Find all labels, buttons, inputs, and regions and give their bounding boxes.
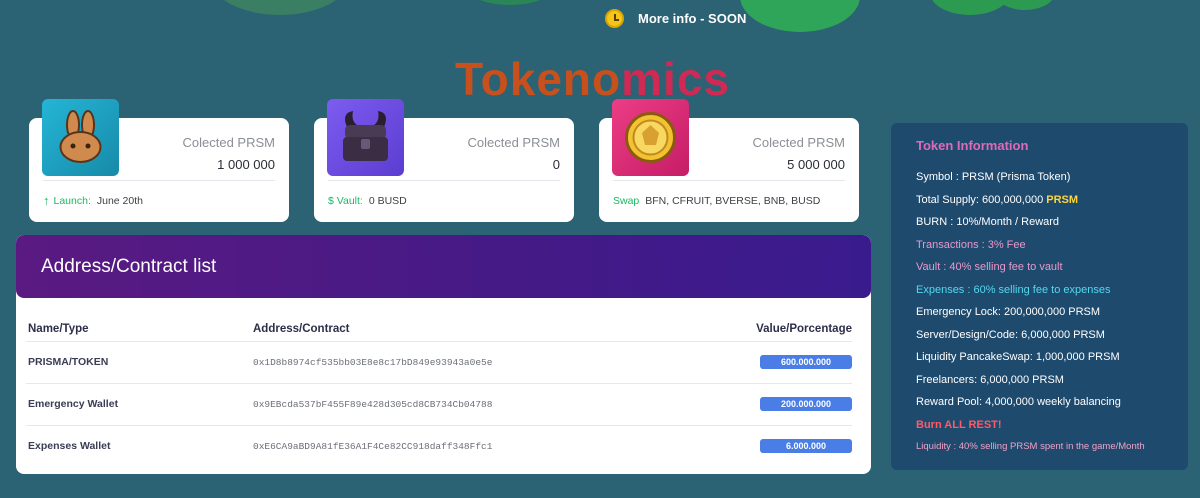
token-transactions: Transactions : 3% Fee	[916, 238, 1026, 251]
token-freelancers: Freelancers: 6,000,000 PRSM	[916, 373, 1064, 386]
contract-list-header: Address/Contract list	[16, 235, 871, 298]
row-name: PRISMA/TOKEN	[26, 340, 251, 383]
page-title-part2: mics	[621, 53, 730, 105]
token-liquidity-pancakeswap: Liquidity PancakeSwap: 1,000,000 PRSM	[916, 351, 1120, 363]
more-info-banner[interactable]: More info - SOON	[605, 9, 746, 28]
card-footer-text: 0 BUSD	[368, 195, 407, 207]
token-information-panel: Token Information Symbol : PRSM (Prisma …	[891, 123, 1188, 470]
stat-card-launch: Colected PRSM 1 000 000 ↑ Launch: June 2…	[29, 99, 289, 222]
total-supply-highlight: PRSM	[1046, 193, 1079, 206]
token-liquidity-note: Liquidity : 40% selling PRSM spent in th…	[916, 441, 1145, 452]
more-info-label: More info - SOON	[638, 11, 747, 26]
card-label: Colected PRSM	[182, 135, 275, 150]
row-address[interactable]: 0x1D8b8974cf535bb03E8e8c17bD849e93943a0e…	[251, 340, 679, 383]
token-symbol: Symbol : PRSM (Prisma Token)	[916, 171, 1071, 183]
row-address[interactable]: 0x9EBcda537bF455F89e428d305cd8CB734Cb047…	[251, 382, 679, 425]
decorative-blob	[740, 0, 860, 32]
row-name: Expenses Wallet	[26, 424, 251, 467]
contract-list-panel: Address/Contract list Name/Type Address/…	[16, 235, 871, 474]
value-badge: 200.000.000	[760, 397, 852, 411]
token-expenses: Expenses : 60% selling fee to expenses	[916, 283, 1111, 296]
token-information-title: Token Information	[916, 138, 1029, 153]
card-divider	[43, 180, 275, 181]
value-badge: 600.000.000	[760, 355, 852, 369]
decorative-blob	[210, 0, 350, 15]
contract-table: Name/Type Address/Contract Value/Porcent…	[26, 298, 852, 467]
token-server-design-code: Server/Design/Code: 6,000,000 PRSM	[916, 328, 1105, 341]
clock-icon	[605, 9, 624, 28]
table-header-row: Name/Type Address/Contract Value/Porcent…	[26, 298, 852, 341]
stat-card-swap: Colected PRSM 5 000 000 Swap BFN, CFRUIT…	[599, 99, 859, 222]
token-total-supply: Total Supply: 600,000,000 PRSM	[916, 189, 1163, 212]
row-name: Emergency Wallet	[26, 382, 251, 425]
token-burn: BURN : 10%/Month / Reward	[916, 216, 1060, 228]
decorative-blob	[455, 0, 565, 5]
total-supply-text: Total Supply: 600,000,000	[916, 193, 1044, 206]
card-footer: Swap BFN, CFRUIT, BVERSE, BNB, BUSD	[613, 195, 820, 207]
decorative-blob	[995, 0, 1055, 10]
column-header-address: Address/Contract	[253, 322, 350, 335]
column-header-name: Name/Type	[28, 322, 89, 335]
token-emergency-lock: Emergency Lock: 200,000,000 PRSM	[916, 306, 1101, 318]
card-divider	[328, 180, 560, 181]
token-vault: Vault : 40% selling fee to vault	[916, 261, 1063, 273]
arrow-up-icon: ↑	[43, 193, 50, 208]
page-title-part1: Tokeno	[454, 53, 622, 105]
value-badge: 6.000.000	[760, 439, 852, 454]
token-reward-pool: Reward Pool: 4,000,000 weekly balancing	[916, 396, 1121, 408]
card-footer: ↑ Launch: June 20th	[43, 193, 143, 208]
stat-card-vault: Colected PRSM 0 $ Vault: 0 BUSD	[314, 99, 574, 222]
table-row: Expenses Wallet 0xE6CA9aBD9A81fE36A1F4Ce…	[26, 424, 852, 467]
card-footer-text: BFN, CFRUIT, BVERSE, BNB, BUSD	[645, 195, 821, 207]
decorative-blob	[930, 0, 1010, 15]
page-title: Tokenomics	[0, 52, 1185, 106]
card-footer-text: June 20th	[96, 195, 143, 207]
card-label: Colected PRSM	[467, 135, 560, 150]
column-header-value: Value/Porcentage	[756, 322, 852, 335]
gold-coin-icon	[612, 99, 689, 176]
table-row: PRISMA/TOKEN 0x1D8b8974cf535bb03E8e8c17b…	[26, 340, 852, 383]
token-burn-rest: Burn ALL REST!	[916, 418, 1002, 431]
table-row: Emergency Wallet 0x9EBcda537bF455F89e428…	[26, 382, 852, 425]
treasure-chest-icon	[327, 99, 404, 176]
pancakeswap-bunny-icon	[42, 99, 119, 176]
card-label: Colected PRSM	[752, 135, 845, 150]
contract-list-title: Address/Contract list	[41, 255, 217, 277]
card-footer-lead: Launch:	[53, 195, 91, 207]
card-footer: $ Vault: 0 BUSD	[328, 195, 407, 207]
card-value: 5 000 000	[787, 157, 845, 172]
card-value: 0	[552, 157, 560, 172]
row-address[interactable]: 0xE6CA9aBD9A81fE36A1F4Ce82CC918daff348Ff…	[251, 424, 679, 467]
card-footer-lead: $ Vault:	[328, 195, 363, 207]
card-footer-lead: Swap	[613, 195, 640, 207]
card-divider	[613, 180, 845, 181]
card-value: 1 000 000	[217, 157, 275, 172]
